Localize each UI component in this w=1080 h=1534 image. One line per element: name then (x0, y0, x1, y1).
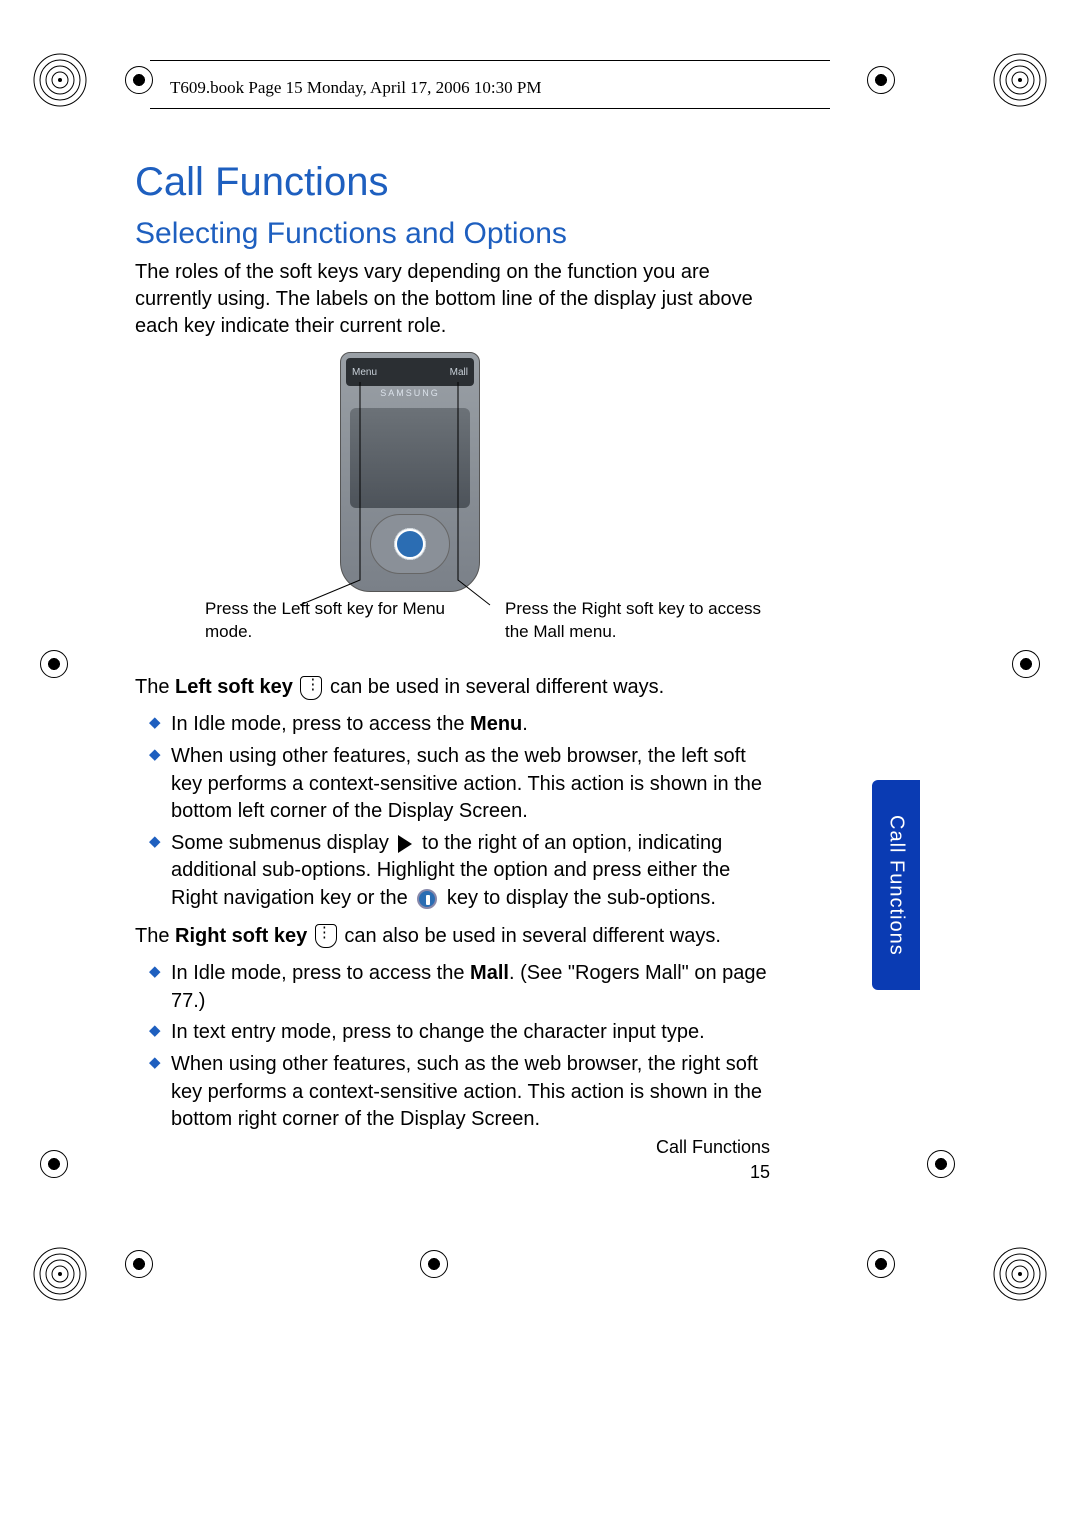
ok-key-icon (417, 889, 437, 909)
footer-page-number: 15 (656, 1160, 770, 1185)
registration-mark-icon (30, 1244, 90, 1304)
page-content: Call Functions Selecting Functions and O… (135, 160, 775, 1144)
list-item: In Idle mode, press to access the Mall. … (149, 960, 775, 1015)
list-item: Some submenus display to the right of an… (149, 830, 775, 913)
callout-lines-icon (290, 380, 530, 610)
crop-target-icon (927, 1150, 955, 1178)
page-title: Call Functions (135, 160, 775, 205)
page-footer: Call Functions 15 (656, 1135, 770, 1185)
right-softkey-intro: The Right soft key can also be used in s… (135, 923, 775, 951)
running-head: T609.book Page 15 Monday, April 17, 2006… (170, 78, 541, 98)
intro-paragraph: The roles of the soft keys vary dependin… (135, 259, 775, 340)
triangle-right-icon (398, 835, 412, 853)
right-softkey-icon (315, 924, 337, 948)
list-item: When using other features, such as the w… (149, 1051, 775, 1134)
list-item: In text entry mode, press to change the … (149, 1019, 775, 1047)
header-rule (150, 108, 830, 109)
crop-target-icon (867, 1250, 895, 1278)
left-softkey-icon (300, 676, 322, 700)
crop-target-icon (1012, 650, 1040, 678)
crop-target-icon (40, 1150, 68, 1178)
left-softkey-intro: The Left soft key can be used in several… (135, 674, 775, 702)
caption-right: Press the Right soft key to access the M… (505, 598, 765, 644)
registration-mark-icon (930, 50, 1050, 110)
section-tab-label: Call Functions (885, 815, 908, 956)
header-rule (150, 60, 830, 61)
crop-target-icon (125, 66, 153, 94)
crop-target-icon (40, 650, 68, 678)
section-heading: Selecting Functions and Options (135, 217, 775, 251)
crop-target-icon (420, 1250, 448, 1278)
phone-illustration: Menu Mall SAMSUNG (330, 352, 775, 592)
phone-softkey-left-label: Menu (352, 367, 377, 378)
list-item: When using other features, such as the w… (149, 743, 775, 826)
crop-target-icon (867, 66, 895, 94)
right-softkey-bullets: In Idle mode, press to access the Mall. … (149, 960, 775, 1134)
list-item: In Idle mode, press to access the Menu. (149, 711, 775, 739)
footer-section: Call Functions (656, 1135, 770, 1160)
registration-mark-icon (990, 1244, 1050, 1304)
crop-target-icon (125, 1250, 153, 1278)
section-tab: Call Functions (872, 780, 920, 990)
left-softkey-bullets: In Idle mode, press to access the Menu. … (149, 711, 775, 912)
phone-softkey-right-label: Mall (450, 367, 468, 378)
